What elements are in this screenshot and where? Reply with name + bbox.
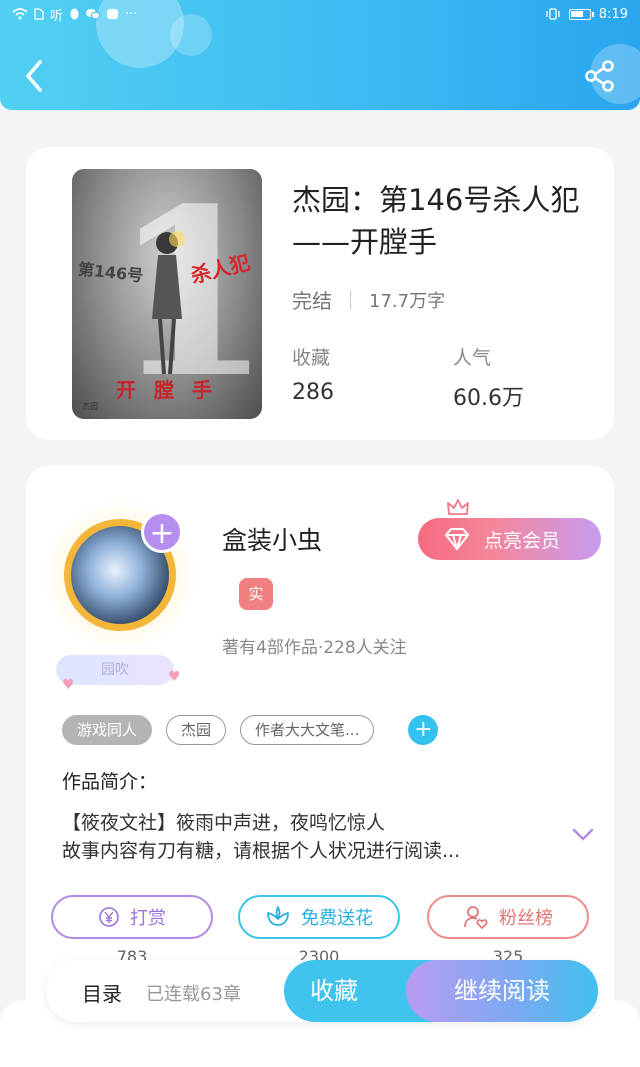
wechat-icon (86, 9, 101, 20)
intro-line: 故事内容有刀有糖，请根据个人状况进行阅读... (62, 840, 461, 862)
fan-ranking-label: 粉丝榜 (499, 908, 553, 929)
popularity-value: 60.6万 (453, 386, 524, 411)
status-more: ··· (125, 6, 138, 22)
intro-title: 作品简介： (62, 771, 158, 793)
status-ting: 听 (50, 8, 64, 24)
intro-line: 【筱夜文社】筱雨中声进，夜鸣忆惊人 (62, 812, 386, 834)
status-bar: 听 ··· 8:19 (0, 0, 640, 28)
battery-icon (568, 8, 594, 20)
popularity-stat: 人气 60.6万 (453, 343, 524, 412)
cloud-icon (107, 9, 119, 19)
verified-badge: 实 (239, 578, 273, 610)
wifi-icon (12, 8, 28, 20)
book-status: 完结 (292, 289, 332, 313)
book-meta: 完结 17.7万字 (292, 285, 445, 314)
tag-item[interactable]: 作者大大文笔... (240, 715, 375, 745)
activate-vip-button[interactable]: 点亮会员 (418, 518, 601, 560)
chevron-left-icon (26, 60, 42, 92)
vibrate-icon (546, 8, 560, 20)
sim-icon (34, 8, 44, 20)
top-header: 听 ··· 8:19 (0, 0, 640, 110)
send-flower-button[interactable]: 免费送花 (238, 895, 400, 939)
cover-text-ripper: 开膛手 (116, 378, 230, 402)
qq-icon (70, 8, 79, 20)
continue-reading-button[interactable]: 继续阅读 (406, 960, 598, 1022)
book-word-count: 17.7万字 (369, 290, 446, 312)
status-right-icons: 8:19 (545, 7, 628, 22)
crown-icon (447, 499, 469, 515)
book-info-card: 1 第146号 杀人犯 开膛手 杰园 杰园：第146号杀人犯——开膛手 完结 1… (26, 147, 614, 440)
author-card: + 园吹 ♥ ♥ 盒装小虫 实 著有4部作品·228人关注 点亮会员 游戏同人 … (26, 465, 614, 1025)
tag-list: 游戏同人 杰园 作者大大文笔... + (62, 715, 439, 745)
share-icon (585, 60, 614, 92)
book-title: 杰园：第146号杀人犯——开膛手 (292, 183, 580, 259)
favorites-label: 收藏 (292, 347, 331, 369)
plus-icon: + (414, 717, 433, 742)
toc-button[interactable]: 目录 (82, 978, 122, 1007)
meta-divider (350, 289, 351, 310)
back-button[interactable] (20, 58, 50, 94)
yen-coin-icon (99, 907, 119, 927)
author-stats: 著有4部作品·228人关注 (222, 638, 407, 658)
fan-ranking-button[interactable]: 粉丝榜 (427, 895, 589, 939)
popularity-label: 人气 (453, 347, 492, 369)
favorites-stat: 收藏 286 (292, 343, 334, 405)
book-cover[interactable]: 1 第146号 杀人犯 开膛手 杰园 (72, 169, 262, 419)
share-button[interactable] (582, 58, 618, 94)
author-name[interactable]: 盒装小虫 (222, 521, 322, 557)
bottom-action-bar: 目录 已连载63章 收藏 继续阅读 (46, 960, 598, 1022)
serial-status: 已连载63章 (146, 984, 241, 1005)
heart-icon: ♥ (168, 669, 181, 685)
tag-item[interactable]: 游戏同人 (62, 715, 153, 745)
chevron-down-icon[interactable] (571, 827, 595, 843)
cover-figure-illustration (152, 231, 185, 375)
diamond-icon (445, 528, 469, 550)
follow-author-button[interactable]: + (141, 511, 183, 553)
cover-text-small: 杰园 (82, 402, 98, 411)
add-tag-button[interactable]: + (408, 715, 439, 745)
vip-button-label: 点亮会员 (484, 529, 561, 552)
favorites-value: 286 (292, 380, 334, 405)
reward-label: 打赏 (130, 908, 166, 929)
tag-item[interactable]: 杰园 (166, 715, 227, 745)
plus-icon: + (149, 516, 175, 551)
flower-icon (267, 906, 289, 926)
heart-icon: ♥ (62, 677, 75, 693)
send-flower-label: 免费送花 (301, 908, 373, 929)
user-heart-icon (464, 906, 488, 930)
status-left-icons: 听 ··· (12, 5, 137, 24)
status-time: 8:19 (598, 6, 628, 22)
intro-text[interactable]: 【筱夜文社】筱雨中声进，夜鸣忆惊人 故事内容有刀有糖，请根据个人状况进行阅读..… (62, 809, 532, 865)
reward-button[interactable]: 打赏 (51, 895, 213, 939)
